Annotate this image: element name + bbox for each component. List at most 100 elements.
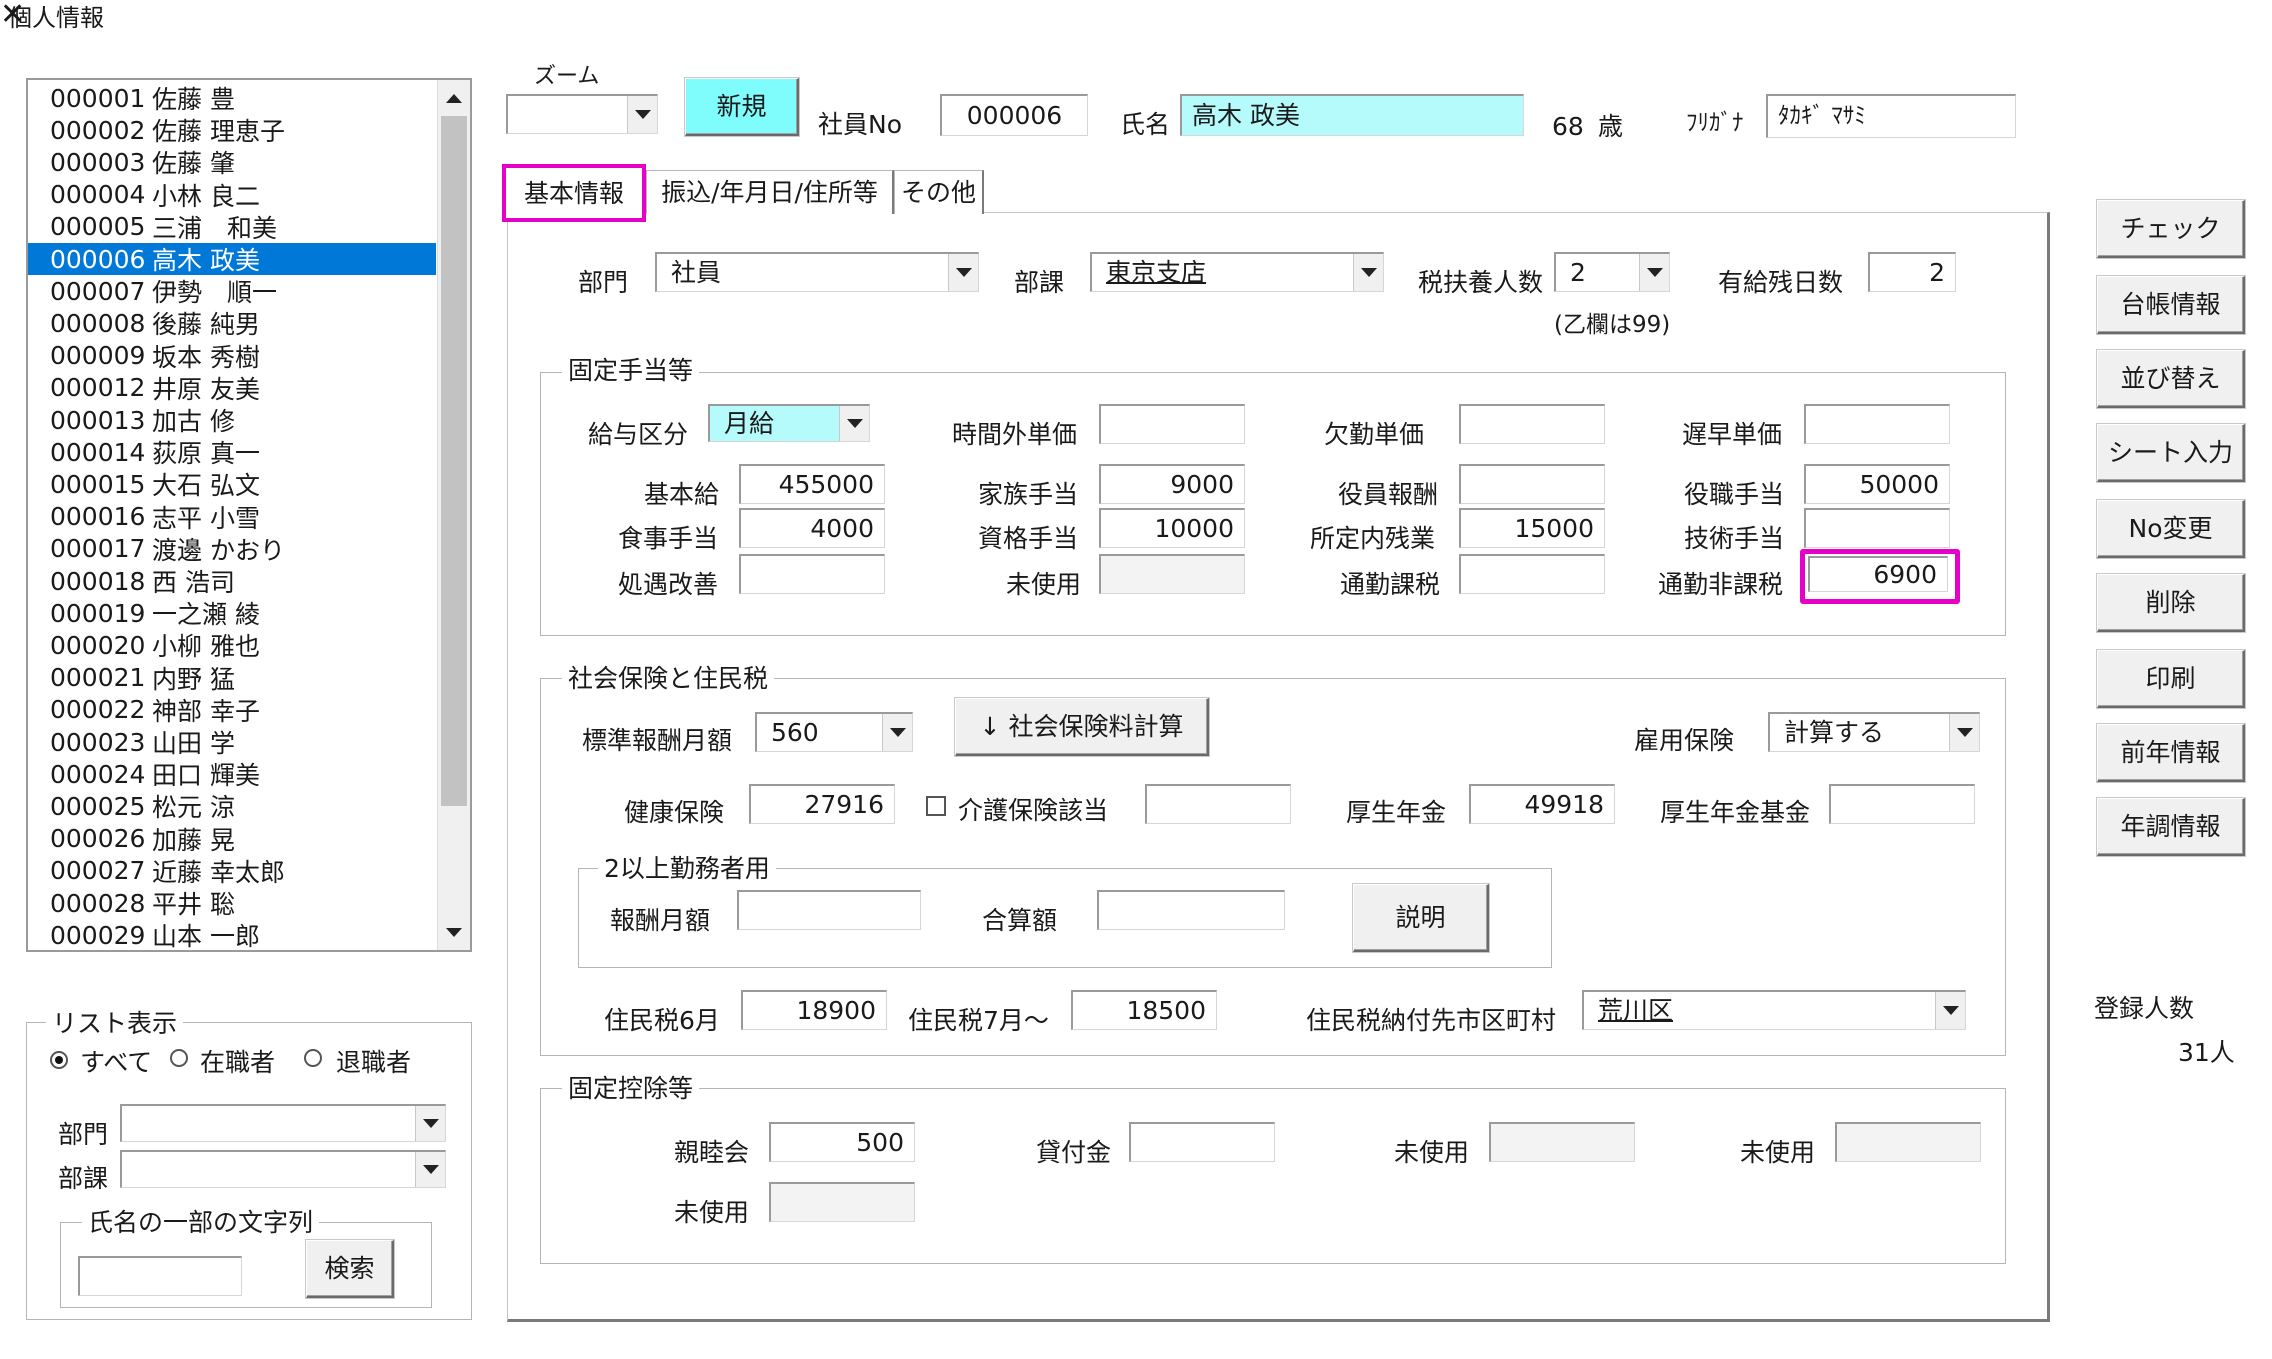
res-city-combo[interactable]: 荒川区 (1582, 990, 1966, 1030)
list-item[interactable]: 000004 小林 良二 (28, 179, 436, 211)
list-item[interactable]: 000003 佐藤 肇 (28, 146, 436, 179)
chevron-down-icon[interactable] (1639, 254, 1669, 291)
print-button[interactable]: 印刷 (2097, 650, 2245, 708)
scroll-down-icon[interactable] (438, 916, 470, 948)
absence-field[interactable] (1459, 404, 1605, 444)
list-item[interactable]: 000017 渡邊 かおり (28, 533, 436, 565)
emp-no-field[interactable]: 000006 (940, 94, 1088, 136)
commute-taxable-field[interactable] (1459, 554, 1605, 594)
scroll-up-icon[interactable] (438, 82, 470, 114)
social-field[interactable]: 500 (769, 1122, 915, 1162)
skill-field[interactable] (1804, 508, 1950, 548)
name-field[interactable]: 高木 政美 (1180, 94, 1524, 136)
search-button[interactable]: 検索 (306, 1240, 394, 1298)
employment-combo[interactable]: 計算する (1768, 712, 1980, 752)
list-item[interactable]: 000013 加古 修 (28, 404, 436, 437)
list-item[interactable]: 000026 加藤 晃 (28, 823, 436, 855)
filter-dept-combo[interactable] (120, 1104, 446, 1142)
list-item[interactable]: 000029 山本 一郎 (28, 919, 436, 950)
tab-basic[interactable]: 基本情報 (502, 164, 646, 222)
delete-button[interactable]: 削除 (2097, 574, 2245, 632)
radio-retired[interactable] (304, 1049, 322, 1067)
chevron-down-icon[interactable] (415, 1152, 445, 1187)
list-item[interactable]: 000012 井原 友美 (28, 372, 436, 404)
explain-button[interactable]: 説明 (1353, 884, 1489, 952)
qualification-field[interactable]: 10000 (1099, 508, 1245, 548)
list-item[interactable]: 000018 西 浩司 (28, 565, 436, 598)
loan-field[interactable] (1129, 1122, 1275, 1162)
chevron-down-icon[interactable] (415, 1106, 445, 1141)
check-button[interactable]: チェック (2097, 200, 2245, 258)
list-item[interactable]: 000025 松元 涼 (28, 790, 436, 823)
pension-field[interactable]: 49918 (1469, 784, 1615, 824)
meal-field[interactable]: 4000 (739, 508, 885, 548)
sheet-input-button[interactable]: シート入力 (2097, 424, 2245, 482)
care-checkbox[interactable] (926, 796, 946, 816)
tab-other[interactable]: その他 (894, 170, 984, 214)
list-item[interactable]: 000028 平井 聡 (28, 887, 436, 920)
list-item[interactable]: 000022 神部 幸子 (28, 694, 436, 726)
section-combo[interactable]: 東京支店 (1090, 252, 1384, 292)
pay-type-combo[interactable]: 月給 (708, 404, 870, 442)
multi-total-field[interactable] (1097, 890, 1285, 930)
officer-field[interactable] (1459, 464, 1605, 504)
list-item[interactable]: 000008 後藤 純男 (28, 307, 436, 340)
res-june-field[interactable]: 18900 (741, 990, 887, 1030)
list-item[interactable]: 000020 小柳 雅也 (28, 629, 436, 662)
close-icon[interactable]: ✕ (0, 0, 2272, 30)
list-item[interactable]: 000009 坂本 秀樹 (28, 340, 436, 372)
health-field[interactable]: 27916 (749, 784, 895, 824)
list-item[interactable]: 000001 佐藤 豊 (28, 82, 436, 115)
scroll-thumb[interactable] (441, 116, 467, 806)
kana-field[interactable]: ﾀｶｷﾞ ﾏｻﾐ (1766, 94, 2016, 138)
year-end-button[interactable]: 年調情報 (2097, 798, 2245, 856)
list-item[interactable]: 000015 大石 弘文 (28, 468, 436, 501)
list-item[interactable]: 000021 内野 猛 (28, 662, 436, 694)
name-search-input[interactable] (78, 1256, 242, 1296)
dept-combo[interactable]: 社員 (655, 252, 979, 292)
ledger-button[interactable]: 台帳情報 (2097, 276, 2245, 334)
list-item[interactable]: 000006 高木 政美 (28, 243, 436, 275)
chevron-down-icon[interactable] (948, 254, 978, 291)
chevron-down-icon[interactable] (1353, 254, 1383, 291)
employee-list[interactable]: 000001 佐藤 豊 000002 佐藤 理恵子 000003 佐藤 肇 000004 小林… (26, 78, 472, 952)
change-no-button[interactable]: No変更 (2097, 500, 2245, 558)
tab-transfer[interactable]: 振込/年月日/住所等 (646, 170, 894, 214)
dependents-combo[interactable]: 2 (1554, 252, 1670, 292)
family-field[interactable]: 9000 (1099, 464, 1245, 504)
list-item[interactable]: 000007 伊勢 順一 (28, 275, 436, 308)
list-item[interactable]: 000002 佐藤 理恵子 (28, 114, 436, 147)
zoom-combo[interactable] (506, 94, 658, 134)
list-item[interactable]: 000027 近藤 幸太郎 (28, 855, 436, 887)
list-item[interactable]: 000019 一之瀬 綾 (28, 597, 436, 630)
list-item[interactable]: 000024 田口 輝美 (28, 758, 436, 791)
list-item[interactable]: 000016 志平 小雪 (28, 501, 436, 533)
overtime-field[interactable] (1099, 404, 1245, 444)
chevron-down-icon[interactable] (882, 714, 912, 751)
radio-all[interactable] (50, 1051, 68, 1069)
care-field[interactable] (1145, 784, 1291, 824)
radio-active[interactable] (170, 1049, 188, 1067)
sort-button[interactable]: 並び替え (2097, 350, 2245, 408)
calc-insurance-button[interactable]: ↓ 社会保険料計算 (955, 698, 1209, 756)
filter-section-combo[interactable] (120, 1150, 446, 1188)
improvement-field[interactable] (739, 554, 885, 594)
list-scrollbar[interactable] (437, 80, 470, 950)
position-field[interactable]: 50000 (1804, 464, 1950, 504)
chevron-down-icon[interactable] (1949, 714, 1979, 751)
base-field[interactable]: 455000 (739, 464, 885, 504)
paid-leave-field[interactable]: 2 (1868, 252, 1956, 292)
late-field[interactable] (1804, 404, 1950, 444)
prev-year-button[interactable]: 前年情報 (2097, 724, 2245, 782)
std-combo[interactable]: 560 (755, 712, 913, 752)
list-item[interactable]: 000023 山田 学 (28, 726, 436, 759)
res-july-field[interactable]: 18500 (1071, 990, 1217, 1030)
list-item[interactable]: 000005 三浦 和美 (28, 211, 436, 243)
chevron-down-icon[interactable] (1935, 992, 1965, 1029)
list-item[interactable]: 000014 荻原 真一 (28, 436, 436, 469)
chevron-down-icon[interactable] (839, 406, 869, 441)
multi-monthly-field[interactable] (737, 890, 921, 930)
chevron-down-icon[interactable] (627, 96, 657, 133)
new-button[interactable]: 新規 (685, 78, 799, 136)
pension-fund-field[interactable] (1829, 784, 1975, 824)
